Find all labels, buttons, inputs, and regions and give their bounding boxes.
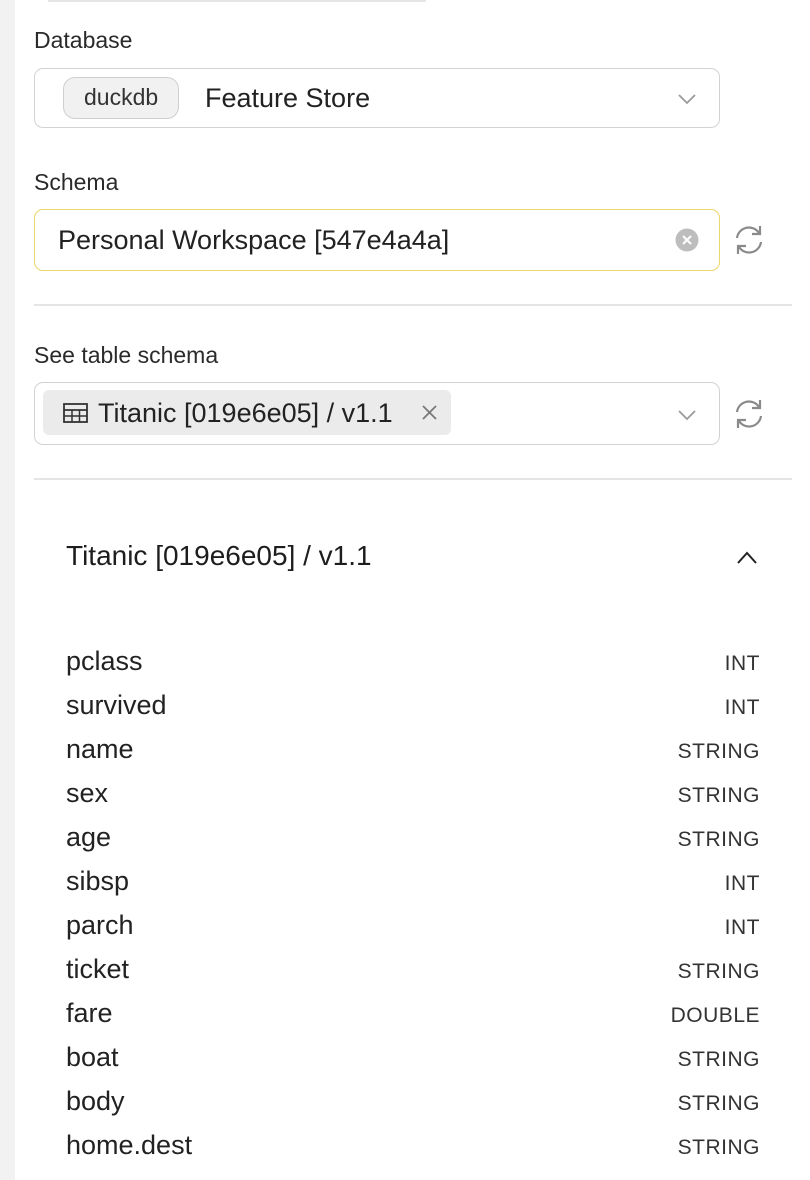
chevron-up-icon[interactable] xyxy=(736,548,758,566)
database-select[interactable]: duckdb Feature Store xyxy=(34,68,720,128)
column-name: parch xyxy=(66,910,134,940)
schema-value: Personal Workspace [547e4a4a] xyxy=(58,225,450,255)
engine-badge: duckdb xyxy=(63,77,180,119)
column-name: body xyxy=(66,1086,125,1116)
column-name: home.dest xyxy=(66,1130,193,1160)
left-panel-edge xyxy=(0,0,15,1180)
close-icon[interactable] xyxy=(421,404,438,421)
column-row: boat STRING xyxy=(66,1038,760,1082)
column-row: pclass INT xyxy=(66,642,760,686)
column-type: DOUBLE xyxy=(670,1004,760,1027)
column-name: age xyxy=(66,822,112,852)
section-divider xyxy=(34,304,792,306)
column-row: parch INT xyxy=(66,906,760,950)
refresh-table-icon[interactable] xyxy=(732,397,766,431)
schema-select[interactable]: Personal Workspace [547e4a4a] xyxy=(34,209,720,271)
column-name: pclass xyxy=(66,646,143,676)
column-row: sibsp INT xyxy=(66,862,760,906)
refresh-schema-icon[interactable] xyxy=(732,223,766,257)
column-row: fare DOUBLE xyxy=(66,994,760,1038)
column-type: STRING xyxy=(677,1136,760,1159)
database-value: Feature Store xyxy=(205,83,371,113)
column-type: STRING xyxy=(677,784,760,807)
column-name: boat xyxy=(66,1042,119,1072)
table-schema-label: See table schema xyxy=(34,342,219,368)
column-type: INT xyxy=(724,872,760,895)
chevron-down-icon[interactable] xyxy=(677,89,697,109)
column-name: fare xyxy=(66,998,113,1028)
column-row: sex STRING xyxy=(66,774,760,818)
column-type: STRING xyxy=(677,1092,760,1115)
column-type: STRING xyxy=(677,740,760,763)
column-row: age STRING xyxy=(66,818,760,862)
column-row: name STRING xyxy=(66,730,760,774)
schema-label: Schema xyxy=(34,169,119,195)
section-divider xyxy=(34,478,792,480)
column-list: pclass INT survived INT name STRING sex STRI… xyxy=(66,642,760,1170)
table-schema-select[interactable]: Titanic [019e6e05] / v1.1 xyxy=(34,382,720,445)
column-row: ticket STRING xyxy=(66,950,760,994)
top-divider xyxy=(48,0,426,2)
column-name: sex xyxy=(66,778,109,808)
table-panel-title[interactable]: Titanic [019e6e05] / v1.1 xyxy=(66,540,372,572)
selected-table-text: Titanic [019e6e05] / v1.1 xyxy=(98,398,393,428)
column-type: STRING xyxy=(677,960,760,983)
table-grid-icon xyxy=(63,403,88,423)
column-name: name xyxy=(66,734,134,764)
column-name: sibsp xyxy=(66,866,130,896)
column-row: home.dest STRING xyxy=(66,1126,760,1170)
column-row: survived INT xyxy=(66,686,760,730)
selected-table-tag: Titanic [019e6e05] / v1.1 xyxy=(43,390,451,435)
column-name: survived xyxy=(66,690,167,720)
column-type: STRING xyxy=(677,828,760,851)
column-type: INT xyxy=(724,916,760,939)
chevron-down-icon[interactable] xyxy=(677,405,697,425)
column-type: INT xyxy=(724,652,760,675)
column-name: ticket xyxy=(66,954,130,984)
column-row: body STRING xyxy=(66,1082,760,1126)
database-label: Database xyxy=(34,27,133,53)
clear-icon[interactable] xyxy=(675,228,699,252)
column-type: INT xyxy=(724,696,760,719)
column-type: STRING xyxy=(677,1048,760,1071)
